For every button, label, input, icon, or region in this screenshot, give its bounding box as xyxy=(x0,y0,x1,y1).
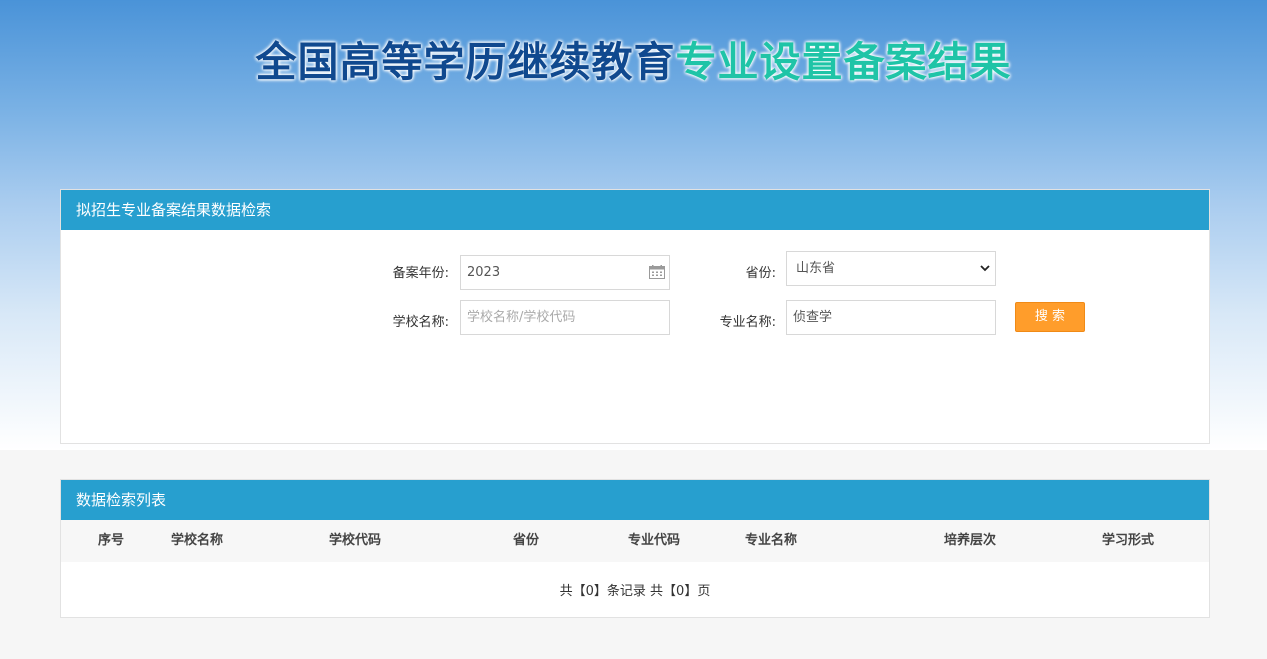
results-panel-header: 数据检索列表 xyxy=(61,480,1209,520)
province-label: 省份: xyxy=(745,266,776,281)
page-title-main: 全国高等学历继续教育 xyxy=(255,38,676,86)
search-panel: 拟招生专业备案结果数据检索 备案年份: 2023 省份: 山东省 学校名称: 专… xyxy=(60,189,1210,444)
major-input-value: 侦查学 xyxy=(793,310,833,325)
search-button[interactable]: 搜 索 xyxy=(1015,302,1085,332)
major-label: 专业名称: xyxy=(719,315,776,330)
column-header-school-code: 学校代码 xyxy=(329,533,382,548)
chevron-down-icon xyxy=(980,265,990,272)
province-selected-value: 山东省 xyxy=(796,261,836,276)
page-title-accent: 专业设置备案结果 xyxy=(675,38,1012,86)
column-header-index: 序号 xyxy=(98,533,125,548)
year-label: 备案年份: xyxy=(392,266,449,281)
school-input[interactable] xyxy=(460,300,670,335)
calendar-icon[interactable] xyxy=(649,265,665,279)
column-header-study-mode: 学习形式 xyxy=(1102,533,1155,548)
major-input[interactable]: 侦查学 xyxy=(786,300,996,335)
results-table-header: 序号 学校名称 学校代码 省份 专业代码 专业名称 培养层次 学习形式 xyxy=(61,520,1209,562)
province-select[interactable]: 山东省 xyxy=(786,251,996,286)
column-header-province: 省份 xyxy=(513,533,540,548)
school-label: 学校名称: xyxy=(392,315,449,330)
search-panel-header: 拟招生专业备案结果数据检索 xyxy=(61,190,1209,230)
column-header-school-name: 学校名称 xyxy=(171,533,224,548)
year-field[interactable]: 2023 xyxy=(460,255,670,290)
pagination-summary: 共【0】条记录 共【0】页 xyxy=(559,584,711,599)
page-title: 全国高等学历继续教育专业设置备案结果 xyxy=(0,28,1267,88)
column-header-major-code: 专业代码 xyxy=(628,533,681,548)
results-panel: 数据检索列表 序号 学校名称 学校代码 省份 专业代码 专业名称 培养层次 学习… xyxy=(60,479,1210,618)
column-header-major-name: 专业名称 xyxy=(745,533,798,548)
year-value: 2023 xyxy=(467,265,501,280)
column-header-level: 培养层次 xyxy=(944,533,997,548)
